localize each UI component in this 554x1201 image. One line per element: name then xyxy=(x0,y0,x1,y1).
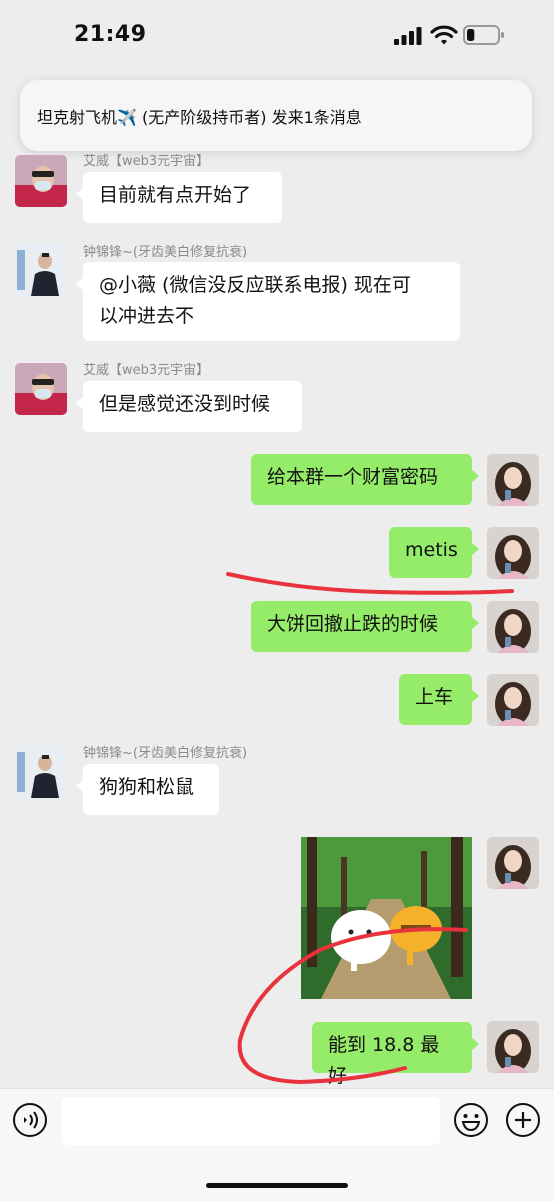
message-text: 狗狗和松鼠 xyxy=(99,776,195,798)
message-bubble[interactable]: @小薇 (微信没反应联系电报) 现在可 以冲进去不 xyxy=(76,262,460,341)
message-text: 大饼回撤止跌的时候 xyxy=(267,613,439,635)
home-indicator[interactable] xyxy=(206,1183,348,1188)
notification-text: 坦克射飞机✈️ (无产阶级持币者) 发来1条消息 xyxy=(37,108,362,127)
message-bubble-outgoing[interactable]: metis xyxy=(389,527,479,578)
message-bubble-outgoing[interactable]: 给本群一个财富密码 xyxy=(251,454,479,505)
message-bubble[interactable]: 狗狗和松鼠 xyxy=(76,764,219,815)
message-text: 能到 18.8 最好 xyxy=(328,1034,440,1087)
message-input[interactable] xyxy=(62,1097,440,1145)
sender-name: 艾威【web3元宇宙】 xyxy=(83,154,210,169)
message-text: 目前就有点开始了 xyxy=(99,184,252,206)
avatar-aiwei[interactable] xyxy=(15,363,67,415)
message-bubble-outgoing[interactable]: 大饼回撤止跌的时候 xyxy=(251,601,479,652)
sender-name: 艾威【web3元宇宙】 xyxy=(83,363,210,378)
avatar-zhongjinfeng[interactable] xyxy=(15,746,67,798)
signal-icon xyxy=(394,27,422,45)
avatar-zhongjinfeng[interactable] xyxy=(15,244,67,296)
message-bubble[interactable]: 目前就有点开始了 xyxy=(76,172,282,223)
message-text: 给本群一个财富密码 xyxy=(267,466,439,488)
avatar-self[interactable] xyxy=(487,1021,539,1073)
message-text-line2: 以冲进去不 xyxy=(99,305,195,327)
avatar-aiwei[interactable] xyxy=(15,155,67,207)
battery-icon xyxy=(463,25,504,45)
sender-name: 钟锦锋~(牙齿美白修复抗衰) xyxy=(83,245,248,260)
voice-icon[interactable] xyxy=(12,1102,48,1138)
message-text: 上车 xyxy=(415,686,454,708)
avatar-self[interactable] xyxy=(487,454,539,506)
notification-banner[interactable]: 坦克射飞机✈️ (无产阶级持币者) 发来1条消息 xyxy=(20,80,532,151)
avatar-self[interactable] xyxy=(487,674,539,726)
avatar-self[interactable] xyxy=(487,527,539,579)
message-bubble-outgoing[interactable]: 上车 xyxy=(399,674,479,725)
avatar-self[interactable] xyxy=(487,601,539,653)
sticker-image[interactable] xyxy=(301,837,472,999)
message-text-line1: @小薇 (微信没反应联系电报) 现在可 xyxy=(99,274,411,296)
message-bubble-outgoing[interactable]: 能到 18.8 最好 xyxy=(312,1022,479,1087)
wifi-icon xyxy=(430,25,458,45)
status-bar: 21:49 xyxy=(0,0,554,70)
message-bubble[interactable]: 但是感觉还没到时候 xyxy=(76,381,302,432)
emoji-icon[interactable] xyxy=(453,1102,489,1138)
message-text: 但是感觉还没到时候 xyxy=(99,393,271,415)
status-time: 21:49 xyxy=(74,22,147,47)
plus-icon[interactable] xyxy=(505,1102,541,1138)
message-text: metis xyxy=(405,539,458,561)
sender-name: 钟锦锋~(牙齿美白修复抗衰) xyxy=(83,746,248,761)
avatar-self[interactable] xyxy=(487,837,539,889)
